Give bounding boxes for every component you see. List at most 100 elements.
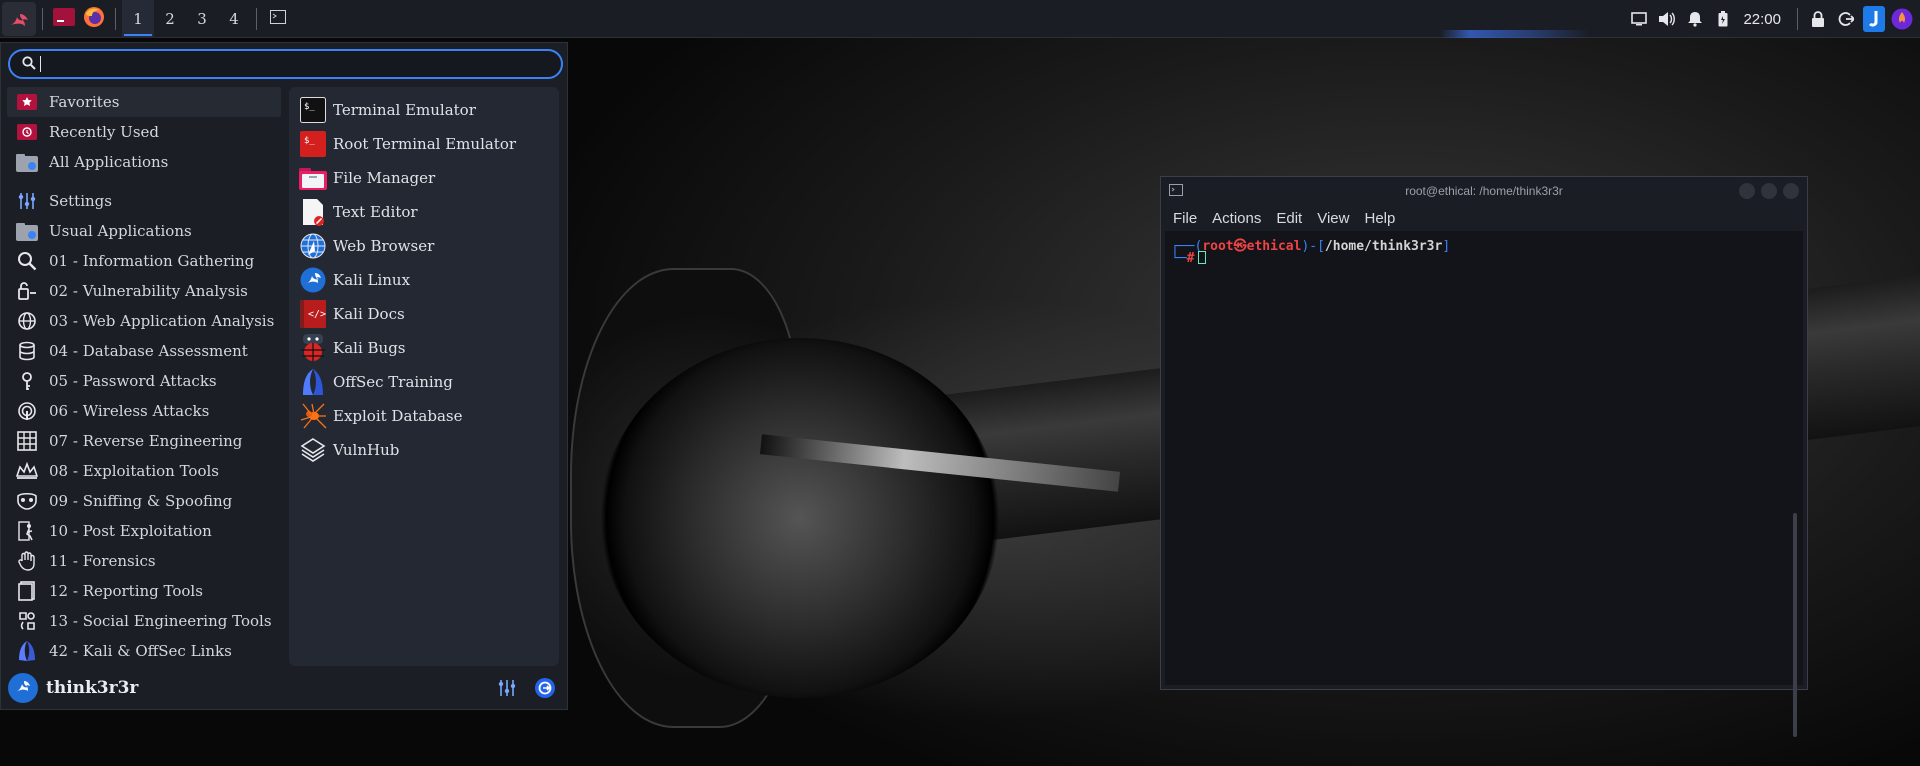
svg-text:$_: $_ [304,136,315,146]
app-label: Kali Bugs [333,339,406,357]
kali-menu-button[interactable] [0,0,36,38]
app-exploit-database[interactable]: Exploit Database [289,399,559,433]
hand-icon [15,549,39,573]
clock[interactable]: 22:00 [1743,11,1781,28]
workspace-4[interactable]: 4 [218,0,250,38]
app-file-manager[interactable]: File Manager [289,161,559,195]
kali-links-icon [15,639,39,663]
app-kali-bugs[interactable]: Kali Bugs [289,331,559,365]
category-10-post-exploitation[interactable]: 10 - Post Exploitation [7,516,281,546]
social-icon [15,609,39,633]
menu-view[interactable]: View [1317,210,1349,227]
app-root-terminal-emulator[interactable]: $_ Root Terminal Emulator [289,127,559,161]
workspace-2[interactable]: 2 [154,0,186,38]
category-07-reverse-engineering[interactable]: 07 - Reverse Engineering [7,426,281,456]
app-label: Terminal Emulator [333,101,476,119]
settings-icon [15,189,39,213]
jdownloader-icon[interactable] [1860,0,1888,38]
app-terminal-emulator[interactable]: $_ Terminal Emulator [289,93,559,127]
maximize-button[interactable] [1761,183,1777,199]
terminal-output[interactable]: ┌──(root㉿ethical)-[/home/think3r3r] └─# [1165,231,1803,737]
app-label: Root Terminal Emulator [333,135,517,153]
category-13-social-engineering-tools[interactable]: 13 - Social Engineering Tools [7,606,281,636]
terminal-window: root@ethical: /home/think3r3r File Actio… [1160,176,1808,737]
terminal-icon: $_ [299,96,327,124]
minimize-button[interactable] [1739,183,1755,199]
vulnhub-icon [299,436,327,464]
prompt-path: /home/think3r3r [1324,239,1443,254]
menu-search-box[interactable] [8,49,563,79]
category-label: All Applications [49,153,169,171]
search-input[interactable] [47,56,527,72]
svg-text:</>: </> [308,309,326,320]
category-01-information-gathering[interactable]: 01 - Information Gathering [7,246,281,276]
lock-screen-icon[interactable] [1804,0,1832,38]
app-kali-docs[interactable]: </> Kali Docs [289,297,559,331]
category-11-forensics[interactable]: 11 - Forensics [7,546,281,576]
firefox-launcher[interactable] [79,0,109,38]
star-icon [15,90,39,114]
menu-edit[interactable]: Edit [1276,210,1302,227]
app-offsec-training[interactable]: OffSec Training [289,365,559,399]
terminal-launcher[interactable] [49,0,79,38]
notification-bell-icon[interactable] [1681,0,1709,38]
wireless-icon [15,399,39,423]
app-text-editor[interactable]: Text Editor [289,195,559,229]
display-icon[interactable] [1625,0,1653,38]
close-button[interactable] [1783,183,1799,199]
category-settings[interactable]: Settings [7,186,281,216]
taskbar-terminal-window[interactable] [263,0,293,38]
terminal-window-icon [1169,184,1183,199]
workspace-3[interactable]: 3 [186,0,218,38]
battery-icon[interactable] [1709,0,1737,38]
settings-manager-button[interactable] [493,674,521,702]
category-usual-applications[interactable]: Usual Applications [7,216,281,246]
app-list: $_ Terminal Emulator $_ Root Terminal Em… [289,87,559,666]
kali-docs-icon: </> [299,300,327,328]
root-terminal-icon: $_ [299,130,327,158]
category-label: 08 - Exploitation Tools [49,462,219,480]
terminal-scrollbar[interactable] [1793,513,1797,737]
prompt-host: ethical [1246,239,1302,254]
category-02-vulnerability-analysis[interactable]: 02 - Vulnerability Analysis [7,276,281,306]
menu-help[interactable]: Help [1364,210,1395,227]
app-web-browser[interactable]: Web Browser [289,229,559,263]
category-03-web-application-analysis[interactable]: 03 - Web Application Analysis [7,306,281,336]
category-09-sniffing-spoofing[interactable]: 09 - Sniffing & Spoofing [7,486,281,516]
category-label: 07 - Reverse Engineering [49,432,243,450]
category-label: Settings [49,192,112,210]
category-all-applications[interactable]: All Applications [7,147,281,177]
app-label: File Manager [333,169,436,187]
app-tray-icon[interactable] [1888,0,1916,38]
exploit-db-icon [299,402,327,430]
category-favorites[interactable]: Favorites [7,87,281,117]
category-05-password-attacks[interactable]: 05 - Password Attacks [7,366,281,396]
terminal-titlebar[interactable]: root@ethical: /home/think3r3r [1161,177,1807,205]
app-kali-linux[interactable]: Kali Linux [289,263,559,297]
category-06-wireless-attacks[interactable]: 06 - Wireless Attacks [7,396,281,426]
app-vulnhub[interactable]: VulnHub [289,433,559,467]
prompt-line-1: ┌──(root㉿ethical)-[/home/think3r3r] [1171,239,1451,254]
database-icon [15,339,39,363]
log-out-button[interactable] [531,674,559,702]
category-12-reporting-tools[interactable]: 12 - Reporting Tools [7,576,281,606]
category-recently-used[interactable]: Recently Used [7,117,281,147]
category-04-database-assessment[interactable]: 04 - Database Assessment [7,336,281,366]
category-08-exploitation-tools[interactable]: 08 - Exploitation Tools [7,456,281,486]
search-icon [22,55,36,74]
category-label: 04 - Database Assessment [49,342,248,360]
category-label: 01 - Information Gathering [49,252,255,270]
workspace-1[interactable]: 1 [122,0,154,38]
application-menu: Favorites Recently Used All Applications… [0,42,568,710]
key-icon [15,369,39,393]
username: think3r3r [46,678,139,698]
category-label: 02 - Vulnerability Analysis [49,282,248,300]
category-42-kali-offsec-links[interactable]: 42 - Kali & OffSec Links [7,636,281,666]
app-label: Kali Linux [333,271,411,289]
clock-icon [15,120,39,144]
offsec-icon [299,368,327,396]
volume-icon[interactable] [1653,0,1681,38]
menu-file[interactable]: File [1173,210,1197,227]
menu-actions[interactable]: Actions [1212,210,1261,227]
logout-icon[interactable] [1832,0,1860,38]
